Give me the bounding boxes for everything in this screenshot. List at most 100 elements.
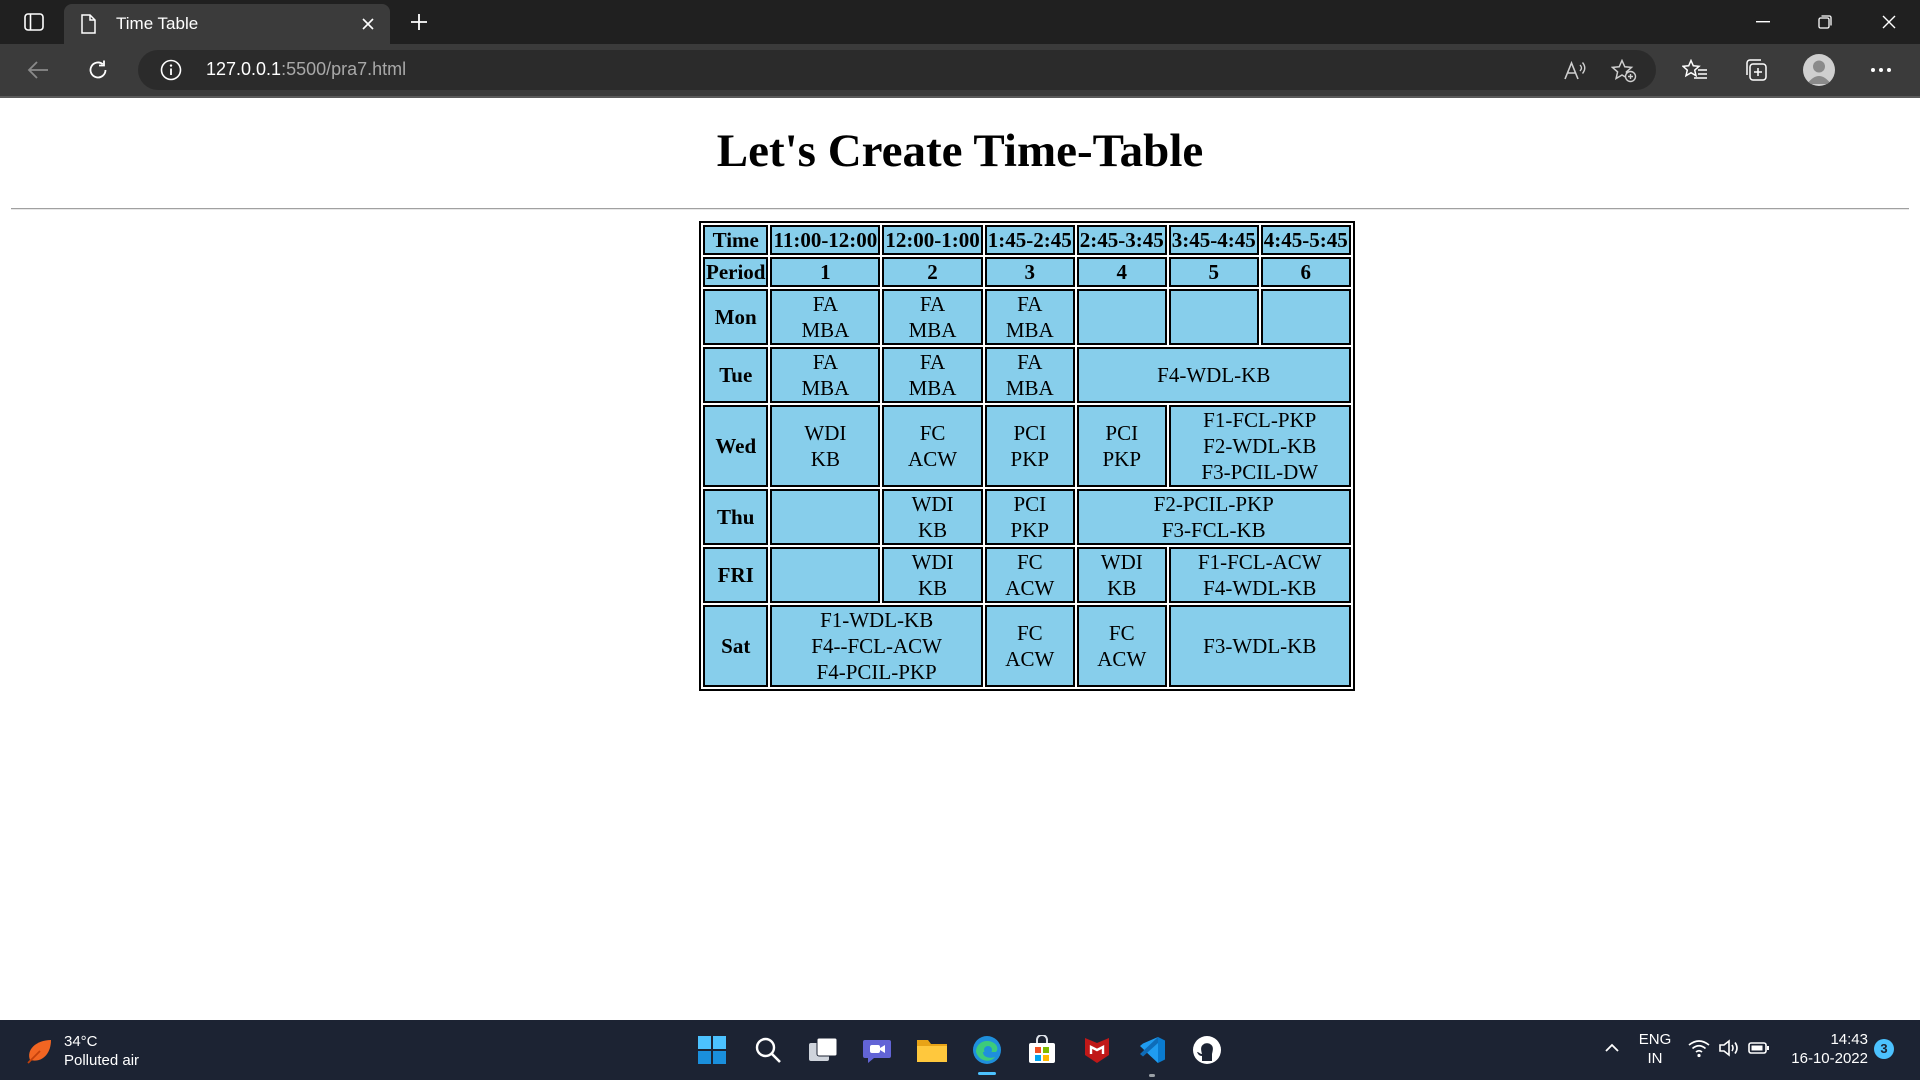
teacher: PKP [1010, 518, 1050, 542]
browser-toolbar: 127.0.0.1:5500/pra7.html [0, 44, 1920, 96]
chevron-up-icon[interactable] [1602, 1038, 1622, 1058]
day-label: Thu [703, 489, 769, 545]
subject: WDI [911, 550, 954, 574]
lab-cell: F4-WDL-KB [1076, 347, 1351, 403]
read-aloud-icon[interactable] [1560, 56, 1590, 86]
weather-desc: Polluted air [64, 1052, 140, 1069]
lab-batch: F4-PCIL-PKP [816, 660, 937, 684]
profile-avatar[interactable] [1803, 54, 1835, 86]
minimize-icon[interactable] [1732, 0, 1794, 44]
notification-badge[interactable]: 3 [1874, 1039, 1894, 1059]
lab-batch: F1-FCL-PKP [1203, 408, 1317, 432]
subject: WDI [804, 421, 847, 445]
back-icon[interactable] [20, 54, 56, 86]
favorites-icon[interactable] [1677, 54, 1713, 86]
site-info-icon[interactable] [160, 59, 182, 81]
vscode-icon[interactable] [1134, 1032, 1170, 1068]
lab-batch: F4-WDL-KB [1157, 363, 1271, 387]
subject: FA [919, 350, 946, 374]
subject: FA [812, 292, 839, 316]
battery-icon[interactable] [1748, 1038, 1770, 1058]
class-cell: FC ACW [1076, 605, 1167, 687]
new-tab-icon[interactable] [404, 8, 434, 36]
wifi-icon[interactable] [1688, 1038, 1710, 1058]
clock-time: 14:43 [1830, 1031, 1868, 1048]
language-code: ENG [1638, 1031, 1672, 1048]
mcafee-icon[interactable] [1079, 1032, 1115, 1068]
close-tab-icon[interactable] [354, 10, 382, 38]
edge-browser-icon[interactable] [969, 1032, 1005, 1068]
teacher: KB [1107, 576, 1137, 600]
period-number: 4 [1076, 257, 1167, 287]
subject: FC [1016, 621, 1043, 645]
class-cell: FA MBA [770, 347, 881, 403]
class-cell: WDI KB [882, 547, 983, 603]
weather-widget[interactable]: 34°C Polluted air [24, 1032, 139, 1070]
windows-start-icon[interactable] [694, 1032, 730, 1068]
class-cell: FA MBA [770, 289, 881, 345]
web-page: Let's Create Time-Table Time 11:00-12:00… [0, 98, 1920, 1020]
time-label: Time [703, 225, 769, 255]
period-label: Period [703, 257, 769, 287]
weather-icon [27, 1040, 51, 1064]
more-options-icon[interactable] [1863, 54, 1899, 86]
running-app-indicator [1149, 1074, 1155, 1077]
refresh-icon[interactable] [80, 54, 116, 86]
tab-actions-icon[interactable] [18, 10, 50, 34]
lab-cell: F2-PCIL-PKP F3-FCL-KB [1076, 489, 1351, 545]
time-slot: 11:00-12:00 [770, 225, 881, 255]
day-row-sat: Sat F1-WDL-KB F4--FCL-ACW F4-PCIL-PKP FC AC… [703, 605, 1351, 687]
subject: PCI [1013, 421, 1047, 445]
empty-cell [770, 489, 881, 545]
system-tray[interactable] [1688, 1038, 1770, 1058]
teacher: ACW [908, 447, 958, 471]
time-row: Time 11:00-12:00 12:00-1:00 1:45-2:45 2:… [703, 225, 1351, 255]
teacher: ACW [1005, 576, 1055, 600]
time-slot: 3:45-4:45 [1168, 225, 1259, 255]
subject: PCI [1105, 421, 1139, 445]
period-number: 6 [1260, 257, 1351, 287]
url-path: :5500/pra7.html [281, 59, 407, 79]
github-desktop-icon[interactable] [1189, 1032, 1225, 1068]
microsoft-store-icon[interactable] [1024, 1032, 1060, 1068]
taskbar: 34°C Polluted air ENG IN 14:43 16-10-202… [0, 1020, 1920, 1080]
file-explorer-icon[interactable] [914, 1032, 950, 1068]
period-number: 5 [1168, 257, 1259, 287]
day-label: FRI [703, 547, 769, 603]
time-slot: 2:45-3:45 [1076, 225, 1167, 255]
day-label: Sat [703, 605, 769, 687]
subject: FC [1108, 621, 1135, 645]
period-number: 3 [984, 257, 1075, 287]
clock[interactable]: 14:43 16-10-2022 [1784, 1030, 1868, 1068]
teacher: ACW [1097, 647, 1147, 671]
teams-chat-icon[interactable] [859, 1032, 895, 1068]
teacher: MBA [801, 376, 850, 400]
lab-batch: F4--FCL-ACW [811, 634, 942, 658]
subject: FA [1017, 350, 1043, 374]
empty-cell [1168, 289, 1259, 345]
task-view-icon[interactable] [805, 1032, 841, 1068]
lab-cell: F1-WDL-KB F4--FCL-ACW F4-PCIL-PKP [770, 605, 983, 687]
time-slot: 4:45-5:45 [1260, 225, 1351, 255]
class-cell: FA MBA [882, 347, 983, 403]
subject: FC [919, 421, 946, 445]
search-icon[interactable] [750, 1032, 786, 1068]
address-bar[interactable]: 127.0.0.1:5500/pra7.html [138, 50, 1656, 90]
day-row-wed: Wed WDI KB FC ACW PCI PKP PCI PKP F1-FCL-PKP… [703, 405, 1351, 487]
url-text[interactable]: 127.0.0.1:5500/pra7.html [206, 59, 406, 80]
collections-icon[interactable] [1738, 54, 1774, 86]
add-favorite-icon[interactable] [1609, 56, 1639, 86]
period-number: 2 [882, 257, 983, 287]
lab-batch: F4-WDL-KB [1203, 576, 1317, 600]
weather-temp: 34°C [64, 1033, 98, 1050]
language-indicator[interactable]: ENG IN [1637, 1030, 1673, 1068]
browser-tab-active[interactable]: Time Table [64, 4, 390, 44]
tab-title: Time Table [116, 14, 199, 33]
restore-icon[interactable] [1794, 0, 1856, 44]
lab-cell: F1-FCL-PKP F2-WDL-KB F3-PCIL-DW [1168, 405, 1351, 487]
lab-cell: F1-FCL-ACW F4-WDL-KB [1168, 547, 1351, 603]
period-row: Period 1 2 3 4 5 6 [703, 257, 1351, 287]
subject: FA [1017, 292, 1043, 316]
close-window-icon[interactable] [1858, 0, 1920, 44]
volume-icon[interactable] [1718, 1038, 1740, 1058]
